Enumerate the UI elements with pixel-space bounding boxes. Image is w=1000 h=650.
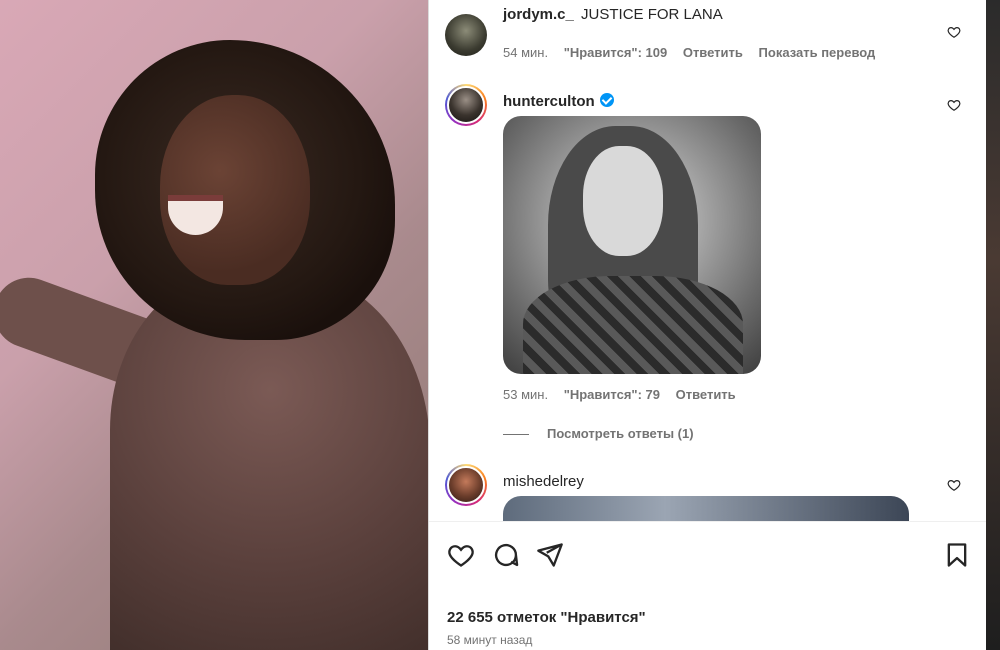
share-icon[interactable]: [536, 541, 564, 569]
comment-item: mishedelrey: [445, 464, 971, 521]
avatar[interactable]: [445, 14, 487, 56]
translate-button[interactable]: Показать перевод: [759, 45, 876, 60]
comment-text: mishedelrey: [503, 472, 584, 491]
photo-region: [160, 95, 310, 285]
comment-body: JUSTICE FOR LANA: [581, 6, 723, 23]
comment-text: jordym.c_ JUSTICE FOR LANA: [503, 5, 723, 24]
comment-username[interactable]: hunterculton: [503, 93, 595, 110]
likes-count[interactable]: 22 655 отметок "Нравится": [447, 609, 646, 626]
post-actions: 22 655 отметок "Нравится" 58 минут назад: [429, 523, 987, 650]
comment-username[interactable]: mishedelrey: [503, 473, 584, 490]
post-media-image[interactable]: [0, 0, 428, 650]
heart-icon[interactable]: [947, 25, 961, 39]
reply-button[interactable]: Ответить: [676, 387, 736, 402]
comment-likes[interactable]: "Нравится": 109: [564, 45, 668, 60]
comment-time[interactable]: 53 мин.: [503, 387, 548, 402]
comment-icon[interactable]: [492, 541, 520, 569]
view-replies-label[interactable]: Посмотреть ответы (1): [547, 426, 694, 441]
reply-button[interactable]: Ответить: [683, 45, 743, 60]
comment-gif[interactable]: [503, 116, 761, 374]
comment-item: hunterculton 53 мин. "Нравится": 79 Отве…: [445, 84, 971, 454]
verified-badge-icon: [599, 93, 614, 107]
avatar[interactable]: [445, 464, 487, 506]
comment-item: jordym.c_ JUSTICE FOR LANA 54 мин. "Нрав…: [445, 0, 971, 68]
divider: [503, 434, 529, 436]
comment-username[interactable]: jordym.c_: [503, 6, 574, 23]
comments-list[interactable]: jordym.c_ JUSTICE FOR LANA 54 мин. "Нрав…: [429, 0, 987, 522]
heart-icon[interactable]: [447, 541, 475, 569]
adjacent-post-preview: [986, 0, 1000, 650]
comment-time[interactable]: 54 мин.: [503, 45, 548, 60]
comment-text: hunterculton: [503, 92, 614, 111]
heart-icon[interactable]: [947, 478, 961, 492]
comment-likes[interactable]: "Нравится": 79: [564, 387, 660, 402]
bookmark-icon[interactable]: [943, 541, 971, 569]
heart-icon[interactable]: [947, 98, 961, 112]
comment-gif[interactable]: [503, 496, 909, 521]
view-replies-button[interactable]: Посмотреть ответы (1): [503, 426, 694, 441]
comment-meta: 53 мин. "Нравится": 79 Ответить: [503, 387, 748, 402]
comment-meta: 54 мин. "Нравится": 109 Ответить Показат…: [503, 45, 887, 60]
post-details-panel: jordym.c_ JUSTICE FOR LANA 54 мин. "Нрав…: [428, 0, 987, 650]
post-timestamp[interactable]: 58 минут назад: [447, 633, 532, 647]
avatar[interactable]: [445, 84, 487, 126]
